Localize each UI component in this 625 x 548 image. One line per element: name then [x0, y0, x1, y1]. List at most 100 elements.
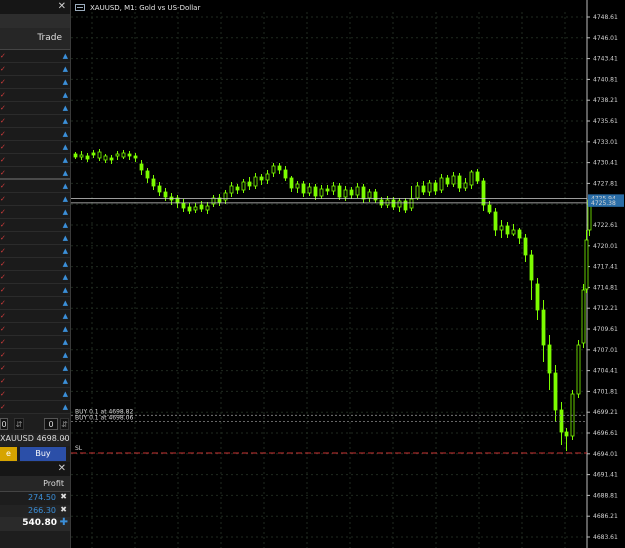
symbol-row[interactable]: ✓ ▲	[0, 167, 70, 180]
down-tick-icon: ✓	[0, 351, 6, 359]
candle	[187, 203, 192, 214]
candle-body	[529, 254, 534, 281]
candle-body	[349, 189, 354, 196]
close-icon[interactable]: ✕	[58, 1, 66, 12]
candle-body	[193, 206, 198, 211]
symbol-row[interactable]: ✓ ▲	[0, 180, 70, 193]
candle	[241, 179, 246, 193]
symbol-row[interactable]: ✓ ▲	[0, 297, 70, 310]
chevron-up-icon[interactable]: ▲	[63, 91, 68, 99]
chart-canvas[interactable]: 4748.61 4746.01 4743.41 4740.81 4738.21 4735.…	[71, 0, 625, 548]
close-icon[interactable]: ✕	[58, 463, 66, 474]
chevron-up-icon[interactable]: ▲	[63, 182, 68, 190]
symbol-row[interactable]: ✓ ▲	[0, 349, 70, 362]
candle-body	[469, 171, 474, 186]
symbol-row[interactable]: ✓ ▲	[0, 388, 70, 401]
panel-tab-bar	[0, 14, 70, 28]
symbol-row[interactable]: ✓ ▲	[0, 63, 70, 76]
buy-button[interactable]: Buy	[20, 447, 66, 461]
candle-body	[475, 171, 480, 182]
chevron-up-icon[interactable]: ▲	[63, 260, 68, 268]
symbol-row[interactable]: ✓ ▲	[0, 258, 70, 271]
down-tick-icon: ✓	[0, 247, 6, 255]
chevron-up-icon[interactable]: ▲	[63, 234, 68, 242]
down-tick-icon: ✓	[0, 65, 6, 73]
chevron-up-icon[interactable]: ▲	[63, 143, 68, 151]
candle-body	[157, 185, 162, 193]
symbol-row[interactable]: ✓ ▲	[0, 206, 70, 219]
candle-body	[481, 180, 486, 206]
chevron-up-icon[interactable]: ▲	[63, 390, 68, 398]
chevron-up-icon[interactable]: ▲	[63, 78, 68, 86]
candle	[391, 197, 396, 210]
stepper-spin-icon[interactable]: ⇵	[60, 418, 69, 430]
position-row[interactable]: 274.50 ✖	[0, 492, 70, 505]
price-chart[interactable]: 4748.61 4746.01 4743.41 4740.81 4738.21 4735.…	[71, 0, 625, 548]
chevron-up-icon[interactable]: ▲	[63, 117, 68, 125]
chevron-up-icon[interactable]: ▲	[63, 364, 68, 372]
chevron-up-icon[interactable]: ▲	[63, 221, 68, 229]
symbol-row[interactable]: ✓ ▲	[0, 89, 70, 102]
symbol-selector[interactable]: XAUUSD 4698.00 ⌄	[0, 433, 70, 446]
symbol-row[interactable]: ✓ ▲	[0, 232, 70, 245]
symbol-row[interactable]: ✓ ▲	[0, 401, 70, 414]
symbol-row[interactable]: ✓ ▲	[0, 310, 70, 323]
chevron-up-icon[interactable]: ▲	[63, 156, 68, 164]
chevron-up-icon[interactable]: ▲	[63, 403, 68, 411]
close-position-icon[interactable]: ✖	[60, 492, 67, 501]
stepper-right-value[interactable]: 0	[44, 418, 58, 430]
chevron-up-icon[interactable]: ▲	[63, 286, 68, 294]
symbol-row[interactable]: ✓ ▲	[0, 362, 70, 375]
symbol-row[interactable]: ✓ ▲	[0, 141, 70, 154]
plus-icon[interactable]: ✚	[60, 517, 68, 528]
chevron-up-icon[interactable]: ▲	[63, 312, 68, 320]
symbol-row[interactable]: ✓ ▲	[0, 284, 70, 297]
stepper-down-icon[interactable]: ⇵	[14, 418, 24, 430]
symbol-row[interactable]: ✓ ▲	[0, 245, 70, 258]
candle	[475, 169, 480, 184]
down-tick-icon: ✓	[0, 52, 6, 60]
candle	[91, 150, 96, 158]
chevron-up-icon[interactable]: ▲	[63, 351, 68, 359]
candle-body	[451, 175, 456, 185]
chevron-up-icon[interactable]: ▲	[63, 338, 68, 346]
stepper-left-value[interactable]: 0	[0, 418, 8, 430]
sell-button[interactable]: e	[0, 447, 17, 461]
symbol-row[interactable]: ✓ ▲	[0, 115, 70, 128]
chevron-up-icon[interactable]: ▲	[63, 208, 68, 216]
candle-body	[505, 225, 510, 235]
close-position-icon[interactable]: ✖	[60, 505, 67, 514]
profit-column-header[interactable]: Profit	[0, 476, 70, 492]
symbol-row[interactable]: ✓ ▲	[0, 102, 70, 115]
candle-body	[97, 151, 102, 159]
symbol-row[interactable]: ✓ ▲	[0, 336, 70, 349]
chevron-up-icon[interactable]: ▲	[63, 325, 68, 333]
chevron-up-icon[interactable]: ▲	[63, 104, 68, 112]
chevron-up-icon[interactable]: ▲	[63, 65, 68, 73]
symbol-row[interactable]: ✓ ▲	[0, 219, 70, 232]
trade-column-header[interactable]: Trade	[0, 28, 70, 50]
chevron-up-icon[interactable]: ▲	[63, 247, 68, 255]
symbol-row[interactable]: ✓ ▲	[0, 375, 70, 388]
chevron-up-icon[interactable]: ▲	[63, 299, 68, 307]
candle-body	[463, 182, 468, 189]
price-axis-label: 4714.81	[593, 284, 618, 291]
symbol-row[interactable]: ✓ ▲	[0, 50, 70, 63]
symbol-row[interactable]: ✓ ▲	[0, 154, 70, 167]
symbol-row[interactable]: ✓ ▲	[0, 128, 70, 141]
candle	[145, 168, 150, 183]
candle-body	[457, 175, 462, 189]
chevron-up-icon[interactable]: ▲	[63, 273, 68, 281]
symbol-row[interactable]: ✓ ▲	[0, 76, 70, 89]
down-tick-icon: ✓	[0, 299, 6, 307]
candle	[547, 335, 552, 390]
chevron-up-icon[interactable]: ▲	[63, 195, 68, 203]
chevron-up-icon[interactable]: ▲	[63, 377, 68, 385]
price-axis-label: 4720.01	[593, 243, 618, 250]
symbol-row[interactable]: ✓ ▲	[0, 193, 70, 206]
symbol-row[interactable]: ✓ ▲	[0, 323, 70, 336]
chevron-up-icon[interactable]: ▲	[63, 169, 68, 177]
chevron-up-icon[interactable]: ▲	[63, 52, 68, 60]
chevron-up-icon[interactable]: ▲	[63, 130, 68, 138]
symbol-row[interactable]: ✓ ▲	[0, 271, 70, 284]
